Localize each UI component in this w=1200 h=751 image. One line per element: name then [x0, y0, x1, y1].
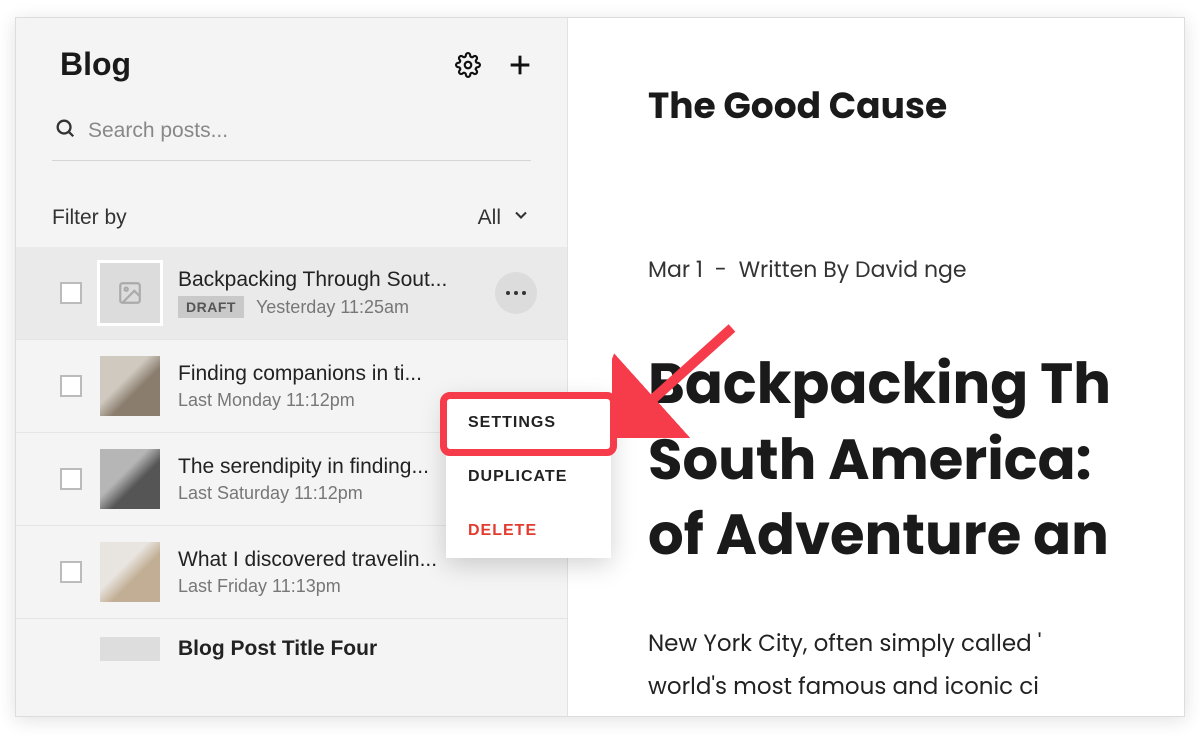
checkbox[interactable]	[60, 561, 82, 583]
menu-item-settings[interactable]: SETTINGS	[446, 396, 611, 450]
thumbnail	[100, 449, 160, 509]
content-preview: The Good Cause Mar 1 - Written By David …	[568, 18, 1184, 716]
search-input[interactable]	[88, 119, 529, 143]
post-body: New York City, often simply called ' wor…	[648, 623, 1184, 710]
thumbnail-placeholder	[100, 263, 160, 323]
post-title: Blog Post Title Four	[178, 637, 537, 661]
post-title: Finding companions in ti...	[178, 362, 537, 386]
checkbox[interactable]	[60, 468, 82, 490]
menu-item-duplicate[interactable]: DUPLICATE	[446, 450, 611, 504]
thumbnail	[100, 542, 160, 602]
post-headline: Backpacking Th South America: of Adventu…	[648, 346, 1184, 573]
filter-value: All	[478, 206, 501, 230]
status-badge: DRAFT	[178, 296, 244, 318]
post-timestamp: Yesterday 11:25am	[256, 297, 409, 318]
thumbnail	[100, 637, 160, 661]
chevron-down-icon	[511, 205, 531, 231]
plus-icon[interactable]	[505, 50, 535, 80]
page-title: Blog	[60, 46, 131, 83]
context-menu: SETTINGS DUPLICATE DELETE	[446, 396, 611, 558]
post-title: Backpacking Through Sout...	[178, 268, 477, 292]
list-item[interactable]: Blog Post Title Four	[16, 619, 567, 677]
post-timestamp: Last Friday 11:13pm	[178, 576, 341, 597]
sidebar: Blog Filter by All	[16, 18, 568, 716]
thumbnail	[100, 356, 160, 416]
search-icon	[54, 117, 76, 144]
checkbox[interactable]	[60, 282, 82, 304]
search-row[interactable]	[52, 111, 531, 161]
filter-label: Filter by	[52, 206, 127, 230]
more-button[interactable]	[495, 272, 537, 314]
post-timestamp: Last Saturday 11:12pm	[178, 483, 363, 504]
checkbox[interactable]	[60, 375, 82, 397]
site-title: The Good Cause	[648, 78, 1184, 133]
filter-dropdown[interactable]: All	[478, 205, 531, 231]
gear-icon[interactable]	[453, 50, 483, 80]
list-item[interactable]: Backpacking Through Sout... DRAFT Yester…	[16, 247, 567, 340]
byline: Mar 1 - Written By David nge	[648, 253, 1184, 286]
menu-item-delete[interactable]: DELETE	[446, 504, 611, 558]
post-timestamp: Last Monday 11:12pm	[178, 390, 355, 411]
